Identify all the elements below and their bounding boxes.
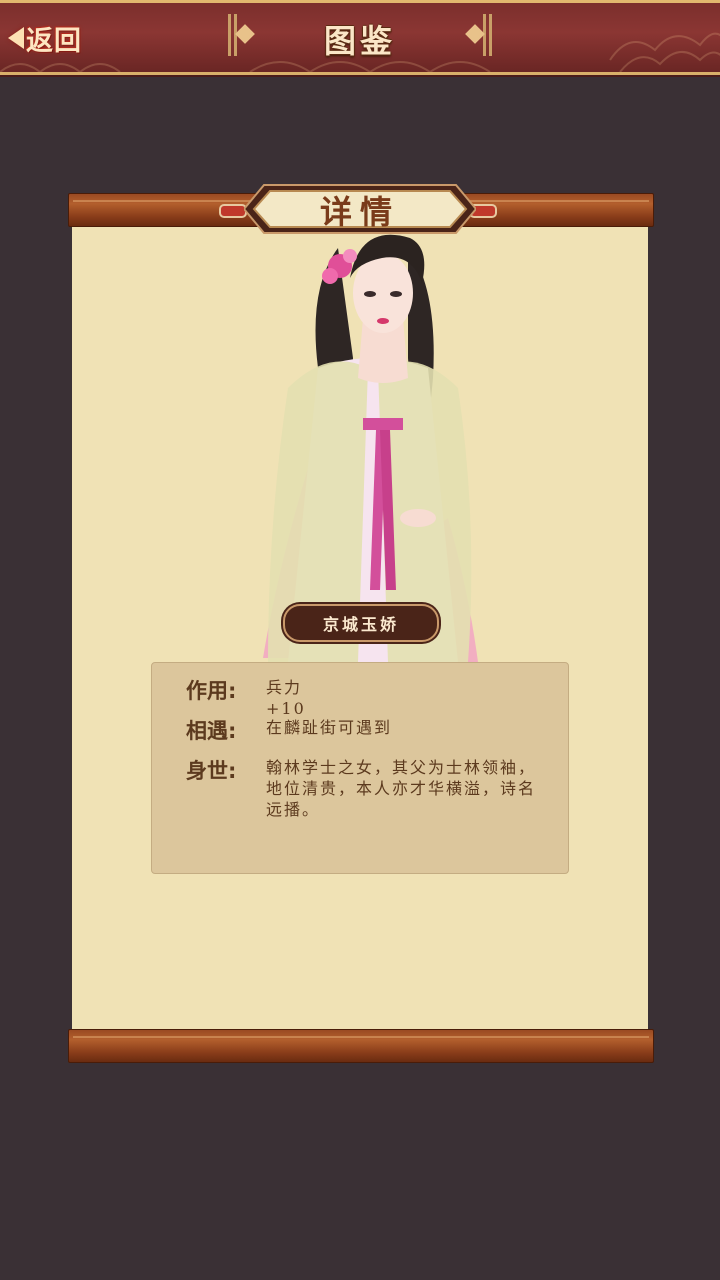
chevron-left-icon — [8, 27, 24, 49]
character-portrait — [263, 234, 478, 662]
title-area: 图鉴 — [228, 10, 492, 60]
effect-value: 兵力 +10 — [266, 678, 306, 718]
back-label: 返回 — [26, 25, 82, 57]
title-ornament-right — [465, 14, 492, 56]
background-value: 翰林学士之女，其父为士林领袖，地位清贵，本人亦才华横溢，诗名远播。 — [266, 758, 537, 819]
encounter-label: 相遇: — [186, 719, 237, 743]
encounter-value: 在麟趾街可遇到 — [266, 718, 393, 737]
character-name: 京城玉娇 — [322, 615, 399, 634]
back-button[interactable]: 返回 — [8, 18, 106, 58]
scroll-rod-bottom — [68, 1029, 654, 1063]
top-bar: 返回 图鉴 — [0, 0, 720, 75]
character-name-plate: 京城玉娇 — [283, 604, 439, 642]
page-title: 图鉴 — [323, 22, 396, 60]
effect-label: 作用: — [186, 679, 237, 703]
rod-knob-left — [219, 204, 247, 218]
info-box: 作用: 兵力 +10 相遇: 在麟趾街可遇到 身世: 翰林学士之女，其父为士林领… — [151, 662, 569, 874]
background-label: 身世: — [186, 759, 237, 783]
